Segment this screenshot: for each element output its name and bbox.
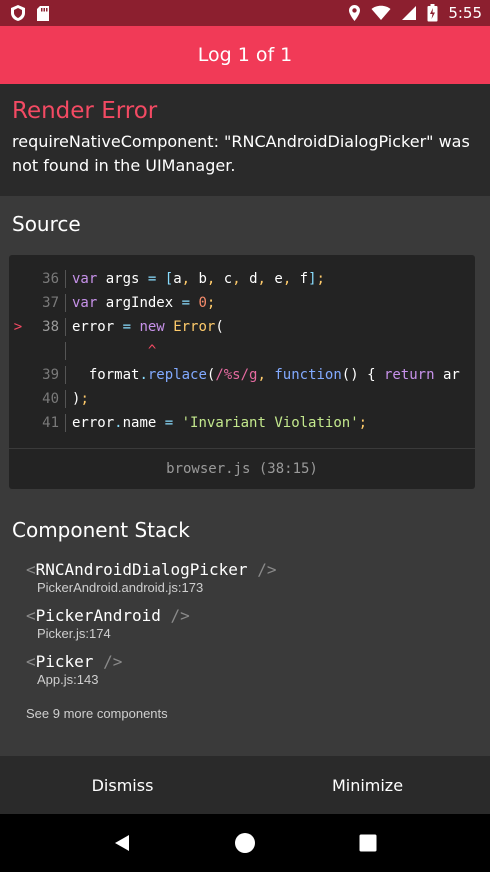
line-number: 39 (42, 367, 59, 383)
line-number: 38 (42, 319, 59, 335)
android-nav-bar (0, 814, 490, 872)
stack-frame-location: App.js:143 (37, 672, 99, 687)
source-title: Source (12, 212, 81, 236)
location-icon (348, 4, 361, 22)
error-section: Render Error requireNativeComponent: "RN… (0, 84, 490, 196)
code-line: 37 var argIndex = 0; (9, 291, 475, 315)
line-code: var argIndex = 0; (72, 295, 216, 311)
minimize-button[interactable]: Minimize (245, 756, 490, 814)
source-file-location[interactable]: browser.js (38:15) (9, 449, 475, 489)
stack-frame[interactable]: <Picker /> App.js:143 (26, 652, 122, 687)
log-body[interactable]: Source 36 var args = [a, b, c, d, e, f];… (0, 196, 490, 756)
code-line: 36 var args = [a, b, c, d, e, f]; (9, 267, 475, 291)
home-icon[interactable] (225, 823, 265, 863)
code-frame[interactable]: 36 var args = [a, b, c, d, e, f]; 37 var… (9, 255, 475, 489)
stack-frame[interactable]: <PickerAndroid /> Picker.js:174 (26, 606, 190, 641)
recents-icon[interactable] (348, 823, 388, 863)
component-stack-title: Component Stack (12, 518, 190, 542)
line-code: ); (72, 391, 89, 407)
signal-icon (401, 5, 417, 21)
line-number: 41 (42, 415, 59, 431)
shield-icon (10, 4, 26, 22)
line-code: error = new Error( (72, 319, 224, 335)
error-message: requireNativeComponent: "RNCAndroidDialo… (12, 132, 470, 175)
status-bar: 5:55 (0, 0, 490, 26)
stack-component-name: RNCAndroidDialogPicker (35, 560, 248, 579)
stack-component-name: PickerAndroid (35, 606, 161, 625)
line-marker: > (13, 319, 23, 335)
code-line-active: > 38 error = new Error( (9, 315, 475, 339)
line-number: 36 (42, 271, 59, 287)
line-number: 37 (42, 295, 59, 311)
status-time: 5:55 (448, 4, 482, 22)
stack-frame[interactable]: <RNCAndroidDialogPicker /> PickerAndroid… (26, 560, 276, 595)
wifi-icon (371, 5, 391, 21)
stack-frame-location: PickerAndroid.android.js:173 (37, 580, 204, 595)
log-counter-title: Log 1 of 1 (197, 44, 293, 66)
stack-frame-location: Picker.js:174 (37, 626, 111, 641)
stack-component-name: Picker (35, 652, 94, 671)
line-code: format.replace(/%s/g, function() { retur… (72, 367, 460, 383)
line-code: error.name = 'Invariant Violation'; (72, 415, 368, 431)
see-more-components-link[interactable]: See 9 more components (26, 706, 168, 721)
error-caret: ^ (72, 343, 157, 359)
line-code: var args = [a, b, c, d, e, f]; (72, 271, 325, 287)
code-line: 39 format.replace(/%s/g, function() { re… (9, 363, 475, 387)
dismiss-button[interactable]: Dismiss (0, 756, 245, 814)
sd-card-icon (36, 5, 50, 22)
code-line-caret: ^ (9, 339, 475, 363)
error-title: Render Error (12, 98, 158, 124)
code-line: 40 ); (9, 387, 475, 411)
log-footer: Dismiss Minimize (0, 756, 490, 814)
log-header: Log 1 of 1 (0, 26, 490, 84)
back-icon[interactable] (102, 823, 142, 863)
line-number: 40 (42, 391, 59, 407)
code-line: 41 error.name = 'Invariant Violation'; (9, 411, 475, 435)
battery-icon (427, 4, 438, 22)
